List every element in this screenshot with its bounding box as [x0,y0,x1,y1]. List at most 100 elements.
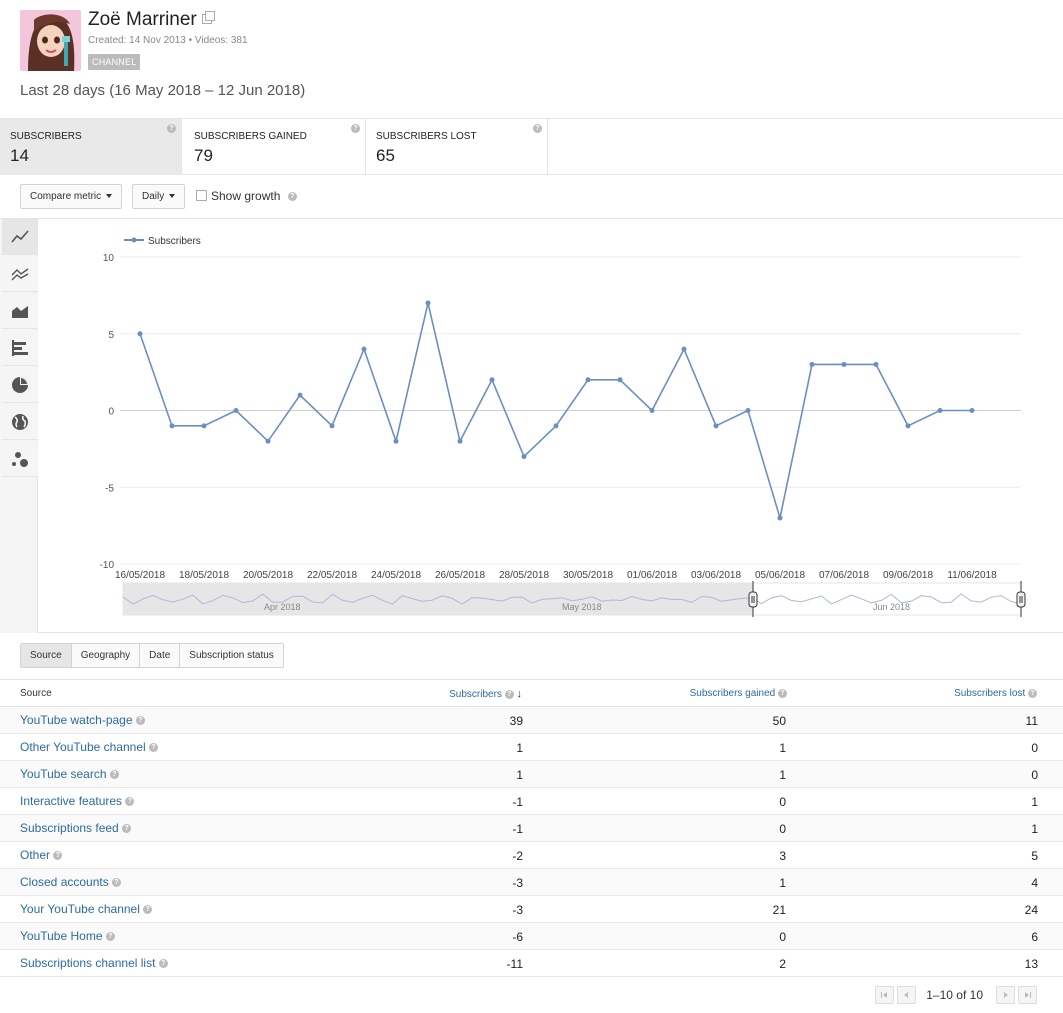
cell-subscribers-lost: 24 [1024,903,1038,917]
help-icon[interactable]: ? [287,192,297,202]
external-link-icon[interactable] [202,11,215,24]
x-tick-label: 28/05/2018 [499,570,549,581]
data-point [457,438,463,444]
bubble-chart-button[interactable] [2,441,38,477]
data-point [233,408,239,413]
show-growth-toggle[interactable]: Show growth ? [196,189,297,203]
prev-page-icon [904,992,909,998]
cell-subscribers-gained: 1 [779,768,786,782]
map-chart-button[interactable] [2,404,38,440]
source-link[interactable]: Other YouTube channel ? [20,740,158,754]
multi-line-chart-icon [11,268,29,281]
x-tick-label: 20/05/2018 [243,570,293,581]
cell-subscribers-lost: 1 [1031,822,1038,836]
header-lost-label: Subscribers lost [954,688,1026,699]
page-range-label: 1–10 of [926,988,967,1002]
channel-meta: Created: 14 Nov 2013 • Videos: 381 [88,35,248,46]
line-chart[interactable]: 10 5 0 -5 -10 16/05/2018 18/05/2018 20/05/2018 2… [38,219,1063,633]
navigator-handle[interactable] [748,591,758,608]
help-icon[interactable]: ? [1028,688,1037,698]
metric-value: 79 [194,146,213,165]
metric-subscribers-gained[interactable]: SUBSCRIBERS GAINED 79 ? [184,119,366,175]
source-label: YouTube search [20,767,107,781]
help-icon[interactable]: ? [351,124,360,133]
chevron-down-icon [169,194,176,199]
source-link[interactable]: Subscriptions feed ? [20,821,132,835]
header-subscribers-lost[interactable]: Subscribers lost ? [954,688,1037,699]
compare-metric-button[interactable]: Compare metric [20,184,123,209]
tab-geography[interactable]: Geography [72,644,141,667]
source-link[interactable]: Closed accounts ? [20,875,122,889]
next-page-button[interactable] [996,986,1015,1004]
date-range[interactable]: Last 28 days (16 May 2018 – 12 Jun 2018) [20,82,305,99]
metric-subscribers-lost[interactable]: SUBSCRIBERS LOST 65 ? [366,119,548,175]
header-subscribers[interactable]: Subscribers ? ↓ [449,688,522,700]
data-point [553,423,559,429]
table-row: Closed accounts ? -3 1 4 [0,869,1063,896]
cell-subscribers: -1 [512,795,523,809]
help-icon[interactable]: ? [53,851,63,861]
last-page-button[interactable] [1018,986,1037,1004]
legend-marker [131,237,137,243]
source-link[interactable]: Other ? [20,848,63,862]
first-page-button[interactable] [875,986,895,1004]
tab-subscription-status[interactable]: Subscription status [180,644,283,667]
source-link[interactable]: YouTube Home ? [20,929,115,943]
source-table: Source Subscribers ? ↓ Subscribers gaine… [0,679,1063,977]
help-icon[interactable]: ? [504,689,514,699]
table-row: YouTube watch-page ? 39 50 11 [0,707,1063,734]
help-icon[interactable]: ? [149,743,158,753]
show-growth-checkbox[interactable] [196,190,207,201]
source-label: Subscriptions channel list [20,956,156,970]
help-icon[interactable]: ? [167,124,176,133]
help-icon[interactable]: ? [778,688,787,698]
prev-page-button[interactable] [897,986,917,1004]
table-dimension-tabs: Source Geography Date Subscription statu… [20,643,284,668]
cell-subscribers-lost: 1 [1031,795,1038,809]
help-icon[interactable]: ? [125,797,135,807]
chart-type-sidebar [0,219,38,633]
bar-chart-button[interactable] [2,330,38,366]
help-icon[interactable]: ? [158,959,168,969]
multi-line-chart-button[interactable] [2,256,38,292]
tab-date[interactable]: Date [140,644,181,667]
navigator-label: Apr 2018 [264,602,301,612]
cell-subscribers-gained: 3 [779,849,786,863]
navigator-handle[interactable] [1016,591,1026,608]
y-tick-label: 10 [103,253,115,264]
interval-dropdown[interactable]: Daily [132,184,186,209]
help-icon[interactable]: ? [112,878,122,888]
help-icon[interactable]: ? [135,716,145,726]
header-subscribers-gained[interactable]: Subscribers gained ? [690,688,787,699]
channel-avatar[interactable] [20,10,81,71]
area-chart-button[interactable] [2,293,38,329]
help-icon[interactable]: ? [533,124,542,133]
help-icon[interactable]: ? [105,932,115,942]
table-header: Source Subscribers ? ↓ Subscribers gaine… [0,679,1063,707]
pie-chart-button[interactable] [2,367,38,403]
source-link[interactable]: YouTube search ? [20,767,119,781]
metric-label: SUBSCRIBERS GAINED [194,131,307,142]
source-link[interactable]: Your YouTube channel ? [20,902,153,916]
source-label: Other [20,848,51,862]
data-point [361,346,367,352]
help-icon[interactable]: ? [122,824,132,834]
cell-subscribers-gained: 50 [772,714,786,728]
help-icon[interactable]: ? [143,905,153,915]
source-link[interactable]: Subscriptions channel list ? [20,956,168,970]
tab-source[interactable]: Source [21,644,72,667]
table-row: Subscriptions feed ? -1 0 1 [0,815,1063,842]
chart-controls: Compare metric Daily Show growth ? [0,175,1063,219]
line-chart-button[interactable] [2,219,38,255]
metric-subscribers[interactable]: SUBSCRIBERS 14 ? [0,119,182,175]
channel-name[interactable]: Zoë Marriner [88,9,197,31]
x-tick-label: 07/06/2018 [819,570,869,581]
source-label: YouTube watch-page [20,713,133,727]
cell-subscribers: -2 [512,849,523,863]
help-icon[interactable]: ? [109,770,119,780]
x-tick-label: 22/05/2018 [307,570,357,581]
source-link[interactable]: YouTube watch-page ? [20,713,145,727]
chart-canvas[interactable]: 10 5 0 -5 -1016/05/2018 18/05/2018 20/05/2018 2… [38,219,1063,633]
source-link[interactable]: Interactive features ? [20,794,135,808]
source-label: Closed accounts [20,875,109,889]
